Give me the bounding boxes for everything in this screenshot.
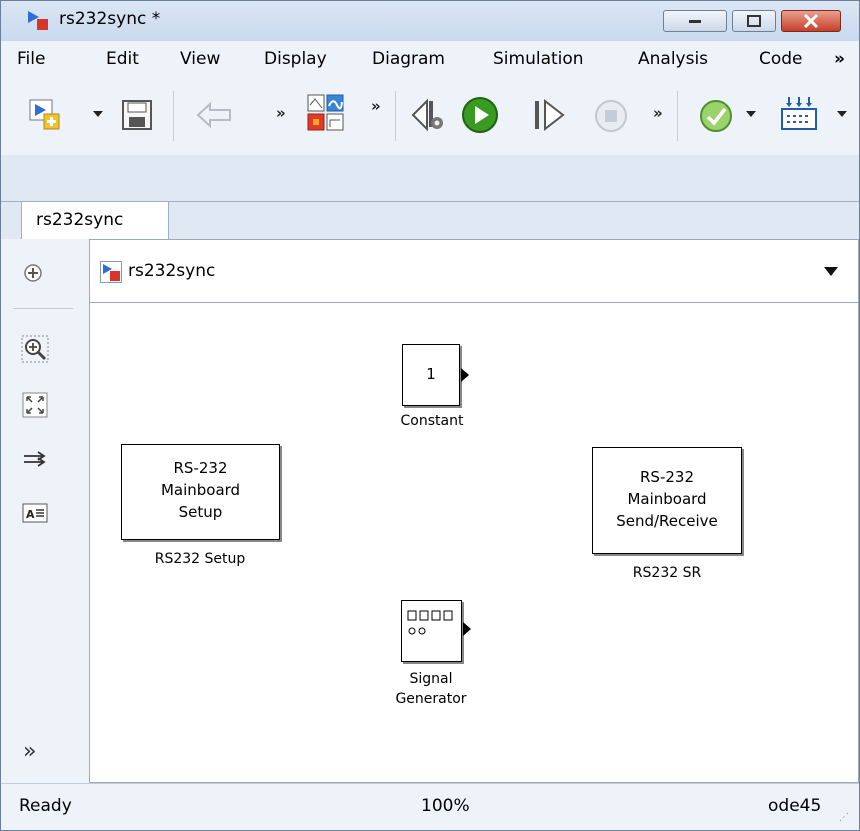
address-path: rs232sync — [128, 261, 216, 281]
maximize-button[interactable] — [732, 10, 776, 32]
toolbar-separator — [173, 91, 174, 141]
overflow-chevron-icon[interactable]: » — [371, 97, 381, 115]
library-browser-icon[interactable] — [307, 94, 345, 132]
svg-text:A: A — [26, 508, 35, 521]
annotation-icon[interactable]: A — [21, 499, 49, 527]
model-canvas[interactable]: 1 Constant RS-232 Mainboard Setup RS232 … — [89, 303, 859, 783]
menu-display[interactable]: Display — [264, 49, 327, 69]
title-bar[interactable]: rs232sync * — [1, 1, 859, 41]
toolbar: » » » — [1, 77, 859, 156]
block-label-rs232-setup[interactable]: RS232 Setup — [130, 551, 270, 567]
palette-separator — [13, 308, 73, 309]
save-icon[interactable] — [121, 99, 153, 131]
toolbar-separator — [395, 91, 396, 141]
label-line: Generator — [395, 691, 467, 707]
signal-generator-block[interactable] — [401, 600, 462, 662]
simulink-model-icon — [100, 261, 122, 283]
resize-grip-icon[interactable]: ⋰ — [839, 812, 849, 823]
more-tools-chevron-icon[interactable]: » — [23, 739, 36, 764]
dropdown-arrow-icon[interactable] — [746, 111, 756, 117]
menu-bar: File Edit View Display Diagram Simulatio… — [1, 41, 859, 77]
simulink-model-icon — [28, 11, 48, 30]
dropdown-arrow-icon[interactable] — [837, 111, 847, 117]
run-icon[interactable] — [461, 96, 499, 134]
menu-diagram[interactable]: Diagram — [372, 49, 445, 69]
left-palette: A » — [1, 303, 89, 783]
menu-view[interactable]: View — [180, 49, 220, 69]
step-forward-icon[interactable] — [531, 97, 569, 133]
block-text-line: Mainboard — [160, 481, 241, 499]
fit-to-view-icon[interactable] — [21, 391, 49, 419]
check-icon[interactable] — [698, 98, 734, 134]
menu-simulation[interactable]: Simulation — [493, 49, 584, 69]
back-arrow-icon[interactable] — [196, 101, 232, 129]
block-label-rs232-sr[interactable]: RS232 SR — [597, 565, 737, 581]
zoom-level[interactable]: 100% — [421, 796, 470, 816]
tab-strip: rs232sync — [1, 155, 859, 239]
solver-name[interactable]: ode45 — [768, 796, 821, 816]
menu-code[interactable]: Code — [759, 49, 803, 69]
signal-generator-icon — [407, 610, 453, 635]
block-text-line: RS-232 — [640, 468, 694, 486]
sample-time-icon[interactable] — [780, 95, 818, 133]
output-port-icon[interactable] — [461, 368, 469, 382]
close-button[interactable] — [781, 10, 841, 32]
toolbar-separator — [677, 91, 678, 141]
overflow-chevron-icon[interactable]: » — [653, 104, 663, 122]
block-text-line: Setup — [178, 503, 223, 521]
tab-label: rs232sync — [36, 210, 124, 230]
address-dropdown-icon[interactable] — [824, 267, 838, 276]
label-line: Signal — [409, 671, 453, 687]
zoom-icon[interactable] — [21, 335, 49, 363]
menu-edit[interactable]: Edit — [106, 49, 139, 69]
app-window: rs232sync * File Edit View Display Diagr… — [0, 0, 860, 831]
menu-overflow[interactable]: » — [834, 49, 845, 69]
status-text: Ready — [19, 796, 72, 816]
step-back-icon[interactable] — [409, 97, 449, 133]
close-icon — [803, 14, 819, 28]
maximize-icon — [747, 15, 761, 27]
address-bar[interactable]: rs232sync — [89, 239, 859, 303]
new-model-icon[interactable] — [29, 99, 61, 131]
rs232-send-receive-block[interactable]: RS-232 Mainboard Send/Receive — [592, 447, 742, 554]
window-title: rs232sync * — [59, 9, 161, 29]
block-text-line: RS-232 — [173, 459, 228, 477]
minimize-icon — [689, 20, 701, 23]
tab-rs232sync[interactable]: rs232sync — [21, 201, 169, 239]
address-bar-row: rs232sync — [1, 239, 859, 303]
constant-block[interactable]: 1 — [402, 344, 460, 406]
dropdown-arrow-icon[interactable] — [93, 111, 103, 117]
block-text-line: Send/Receive — [616, 512, 718, 530]
menu-analysis[interactable]: Analysis — [638, 49, 708, 69]
minimize-button[interactable] — [663, 10, 727, 32]
stop-icon[interactable] — [593, 98, 629, 134]
overflow-chevron-icon[interactable]: » — [276, 104, 286, 122]
block-label-signal-generator[interactable]: Signal Generator — [381, 669, 481, 709]
hide-show-arrows-icon[interactable] — [21, 445, 49, 473]
constant-value: 1 — [426, 365, 436, 383]
menu-file[interactable]: File — [17, 49, 45, 69]
block-text-line: Mainboard — [627, 490, 707, 508]
output-port-icon[interactable] — [463, 622, 471, 636]
block-label-constant[interactable]: Constant — [382, 413, 482, 429]
navigate-up-icon[interactable] — [21, 261, 45, 285]
rs232-setup-block[interactable]: RS-232 Mainboard Setup — [121, 444, 280, 540]
status-bar: Ready 100% ode45 ⋰ — [1, 783, 859, 830]
